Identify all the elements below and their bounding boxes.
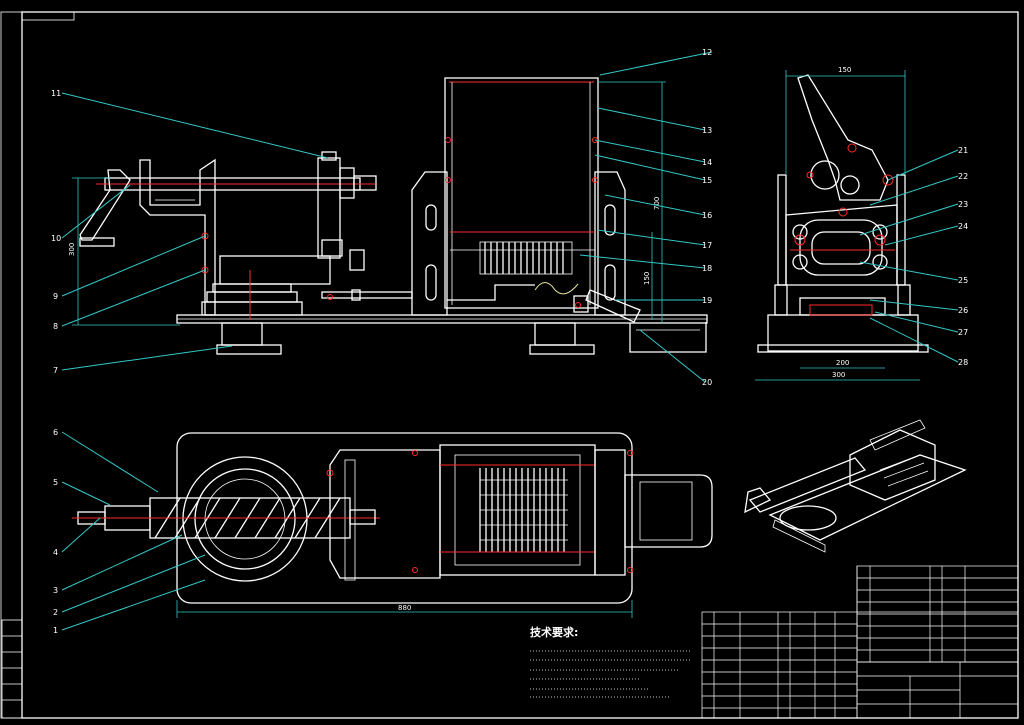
- balloon-12: 12: [702, 48, 712, 57]
- balloon-6: 6: [53, 428, 58, 437]
- dim-plan-length: 880: [398, 604, 411, 612]
- balloon-16: 16: [702, 211, 712, 220]
- balloon-10: 10: [51, 234, 61, 243]
- balloon-11: 11: [51, 89, 61, 98]
- balloon-15: 15: [702, 176, 712, 185]
- balloon-5: 5: [53, 478, 58, 487]
- side-dimensions: 150 200 300: [755, 66, 920, 381]
- cad-drawing-canvas: 300 700 150 150 200 300 880 1 2 3 4 5 6 …: [0, 11, 1019, 719]
- balloon-24: 24: [958, 222, 968, 231]
- balloon-17: 17: [702, 241, 712, 250]
- balloon-25: 25: [958, 276, 968, 285]
- dim-hopper-lower: 150: [643, 272, 651, 285]
- balloon-2: 2: [53, 608, 58, 617]
- dim-side-top: 150: [838, 66, 851, 74]
- balloon-4: 4: [53, 548, 58, 557]
- dim-front-height: 300: [68, 243, 76, 256]
- balloon-18: 18: [702, 264, 712, 273]
- plan-view: [72, 432, 713, 604]
- title-block: [701, 565, 1019, 719]
- balloon-22: 22: [958, 172, 968, 181]
- balloon-19: 19: [702, 296, 712, 305]
- balloon-1: 1: [53, 626, 58, 635]
- balloon-3: 3: [53, 586, 58, 595]
- dim-side-bottom: 300: [832, 371, 845, 379]
- balloon-9: 9: [53, 292, 58, 301]
- cutter-blades: [479, 241, 573, 275]
- isometric-view: [744, 419, 967, 553]
- tech-requirements-title: 技术要求:: [530, 625, 578, 639]
- plan-grid: [479, 468, 568, 552]
- balloon-26: 26: [958, 306, 968, 315]
- balloon-23: 23: [958, 200, 968, 209]
- front-view: [79, 77, 708, 355]
- balloon-14: 14: [702, 158, 712, 167]
- balloon-27: 27: [958, 328, 968, 337]
- balloon-20: 20: [702, 378, 712, 387]
- tech-requirements: 技术要求:: [530, 625, 690, 698]
- balloon-21: 21: [958, 146, 968, 155]
- balloon-7: 7: [53, 366, 58, 375]
- dim-side-mid: 200: [836, 359, 849, 367]
- side-view: [757, 74, 929, 353]
- balloon-13: 13: [702, 126, 712, 135]
- balloon-28: 28: [958, 358, 968, 367]
- dim-hopper-height: 700: [653, 197, 661, 210]
- balloon-8: 8: [53, 322, 58, 331]
